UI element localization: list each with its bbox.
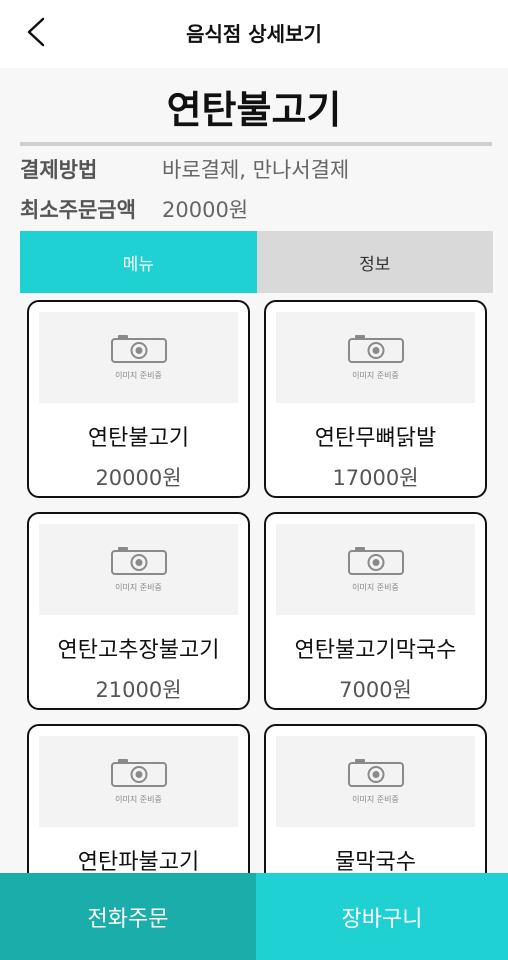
top-bar: 음식점 상세보기 <box>0 0 508 68</box>
payment-method-value: 바로결제, 만나서결제 <box>162 158 350 182</box>
min-order-row: 최소주문금액 20000원 <box>20 192 248 226</box>
camera-icon <box>110 758 168 792</box>
image-placeholder: 이미지 준비중 <box>39 736 238 827</box>
menu-item-name: 연탄파불고기 <box>77 850 200 875</box>
placeholder-text: 이미지 준비중 <box>352 583 399 592</box>
placeholder-text: 이미지 준비중 <box>352 371 399 380</box>
cart-button[interactable]: 장바구니 <box>256 873 508 960</box>
menu-item-name: 연탄불고기 <box>87 426 190 451</box>
payment-method-label: 결제방법 <box>20 158 98 182</box>
payment-method-row: 결제방법 바로결제, 만나서결제 <box>20 152 349 186</box>
placeholder-text: 이미지 준비중 <box>115 583 162 592</box>
image-placeholder: 이미지 준비중 <box>39 524 238 615</box>
min-order-label: 최소주문금액 <box>20 198 136 222</box>
menu-item-name: 물막국수 <box>335 850 416 875</box>
divider <box>20 142 492 146</box>
camera-icon <box>347 546 405 580</box>
placeholder-text: 이미지 준비중 <box>115 371 162 380</box>
phone-order-button[interactable]: 전화주문 <box>0 873 256 960</box>
camera-icon <box>110 334 168 368</box>
camera-icon <box>347 758 405 792</box>
menu-item-card[interactable]: 이미지 준비중연탄고추장불고기 21000원 <box>27 512 250 710</box>
tab-bar: 메뉴 정보 <box>20 231 493 293</box>
back-button[interactable] <box>18 16 54 52</box>
camera-icon <box>347 334 405 368</box>
image-placeholder: 이미지 준비중 <box>276 736 475 827</box>
menu-item-price: 7000원 <box>339 678 412 702</box>
tab-menu[interactable]: 메뉴 <box>20 231 257 293</box>
image-placeholder: 이미지 준비중 <box>39 312 238 403</box>
menu-item-name: 연탄무뼈닭발 <box>314 426 437 451</box>
menu-item-card[interactable]: 이미지 준비중연탄불고기막국수 7000원 <box>264 512 487 710</box>
menu-item-card[interactable]: 이미지 준비중연탄무뼈닭발 17000원 <box>264 300 487 498</box>
menu-item-price: 20000원 <box>95 466 182 490</box>
menu-item-card[interactable]: 이미지 준비중연탄불고기 20000원 <box>27 300 250 498</box>
tab-info[interactable]: 정보 <box>256 231 493 293</box>
placeholder-text: 이미지 준비중 <box>352 795 399 804</box>
page-title: 음식점 상세보기 <box>186 22 322 46</box>
placeholder-text: 이미지 준비중 <box>115 795 162 804</box>
restaurant-name: 연탄불고기 <box>166 88 342 132</box>
image-placeholder: 이미지 준비중 <box>276 312 475 403</box>
image-placeholder: 이미지 준비중 <box>276 524 475 615</box>
menu-item-name: 연탄고추장불고기 <box>57 638 220 663</box>
bottom-bar: 전화주문 장바구니 <box>0 873 508 960</box>
menu-item-price: 21000원 <box>95 678 182 702</box>
camera-icon <box>110 546 168 580</box>
min-order-value: 20000원 <box>162 198 249 222</box>
menu-item-name: 연탄불고기막국수 <box>294 638 457 663</box>
chevron-left-icon <box>25 17 47 51</box>
menu-item-price: 17000원 <box>332 466 419 490</box>
